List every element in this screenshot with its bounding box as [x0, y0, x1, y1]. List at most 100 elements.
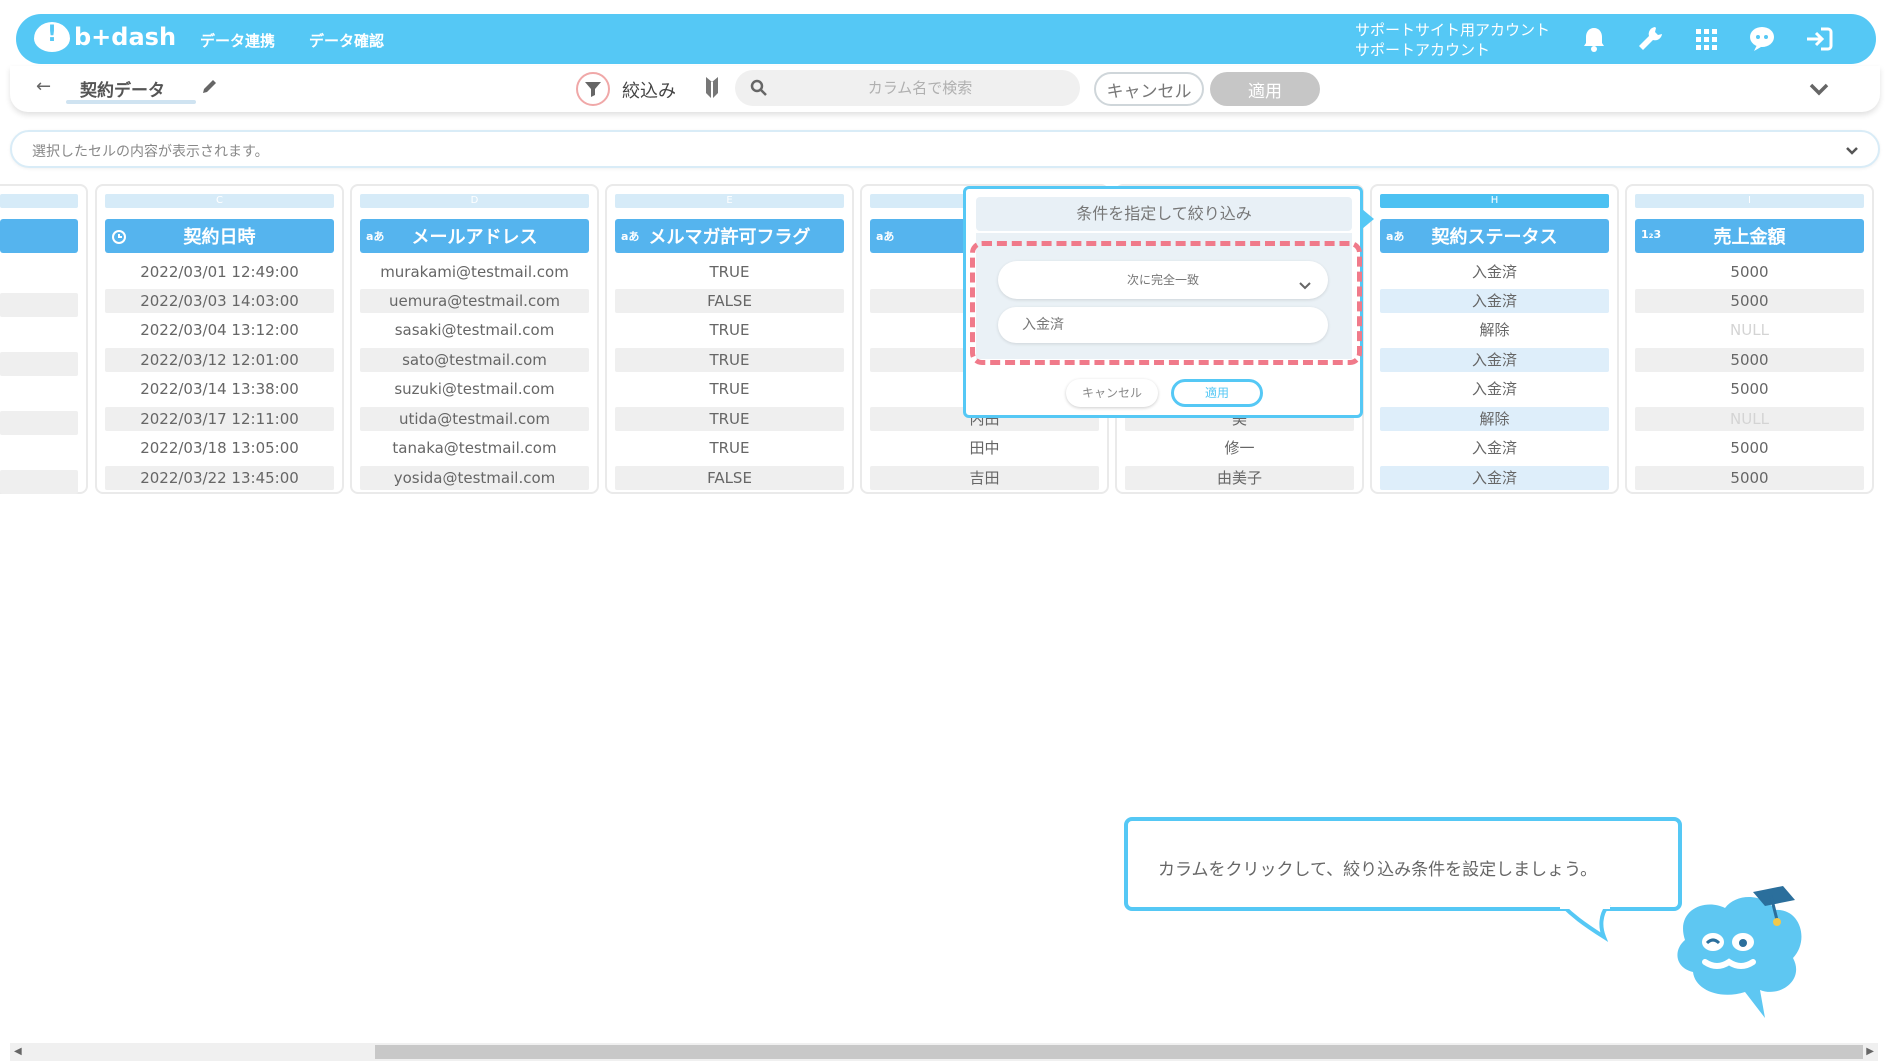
table-cell[interactable]: NULL — [1635, 318, 1864, 342]
table-cell[interactable]: 解除 — [1380, 318, 1609, 342]
table-cell[interactable] — [0, 293, 78, 317]
column-header[interactable]: aあ メールアドレス — [360, 219, 589, 253]
table-cell[interactable]: 5000 — [1635, 436, 1864, 460]
bell-icon[interactable] — [1577, 22, 1611, 56]
text-type-icon: aあ — [1386, 230, 1405, 243]
table-cell[interactable]: 5000 — [1635, 289, 1864, 313]
table-cell[interactable]: FALSE — [615, 289, 844, 313]
table-cell[interactable]: TRUE — [615, 436, 844, 460]
table-cell[interactable]: TRUE — [615, 348, 844, 372]
column-search[interactable] — [735, 70, 1080, 106]
speech-bubble-tail — [1560, 905, 1611, 943]
scroll-left-arrow-icon[interactable]: ◀ — [14, 1046, 22, 1057]
pencil-icon[interactable] — [200, 76, 220, 96]
table-cell[interactable]: 入金済 — [1380, 289, 1609, 313]
nav-data-check[interactable]: データ確認 — [309, 30, 384, 51]
table-cell[interactable]: yosida@testmail.com — [360, 466, 589, 490]
table-cell[interactable]: 2022/03/17 12:11:00 — [105, 407, 334, 431]
table-cell[interactable]: sasaki@testmail.com — [360, 318, 589, 342]
table-cell[interactable]: 2022/03/22 13:45:00 — [105, 466, 334, 490]
table-cell[interactable]: suzuki@testmail.com — [360, 377, 589, 401]
table-cell[interactable]: 2022/03/18 13:05:00 — [105, 436, 334, 460]
guide-speech-bubble: カラムをクリックして、絞り込み条件を設定しましょう。 — [1124, 817, 1682, 911]
column-header[interactable]: aあ メルマガ許可フラグ — [615, 219, 844, 253]
chevron-down-icon[interactable] — [1806, 76, 1832, 102]
table-cell[interactable]: sato@testmail.com — [360, 348, 589, 372]
column-letter: E — [615, 194, 844, 208]
column-header[interactable] — [0, 219, 78, 253]
table-cell[interactable]: 入金済 — [1380, 348, 1609, 372]
column-header-label: 契約ステータス — [1431, 227, 1558, 248]
table-cell[interactable]: 入金済 — [1380, 260, 1609, 284]
condition-select-value: 次に完全一致 — [1126, 273, 1199, 287]
account-info[interactable]: サポートサイト用アカウント サポートアカウント — [1355, 20, 1550, 60]
popup-cancel-button[interactable]: キャンセル — [1066, 379, 1158, 407]
column-header[interactable]: aあ 契約ステータス — [1380, 219, 1609, 253]
table-cell[interactable]: 5000 — [1635, 260, 1864, 284]
search-input[interactable] — [775, 76, 1065, 100]
column-newsletter-flag: E aあ メルマガ許可フラグ TRUE FALSE TRUE TRUE TRUE… — [605, 184, 854, 494]
table-cell[interactable]: 田中 — [870, 436, 1099, 460]
popup-apply-button[interactable]: 適用 — [1171, 379, 1263, 407]
horizontal-scrollbar[interactable]: ◀ ▶ — [10, 1043, 1878, 1061]
table-cell[interactable]: TRUE — [615, 318, 844, 342]
table-cell[interactable]: 修一 — [1125, 436, 1354, 460]
wrench-icon[interactable] — [1633, 22, 1667, 56]
table-cell[interactable] — [0, 352, 78, 376]
logo[interactable]: b+dash — [34, 22, 176, 52]
filter-value-input[interactable]: 入金済 — [998, 307, 1328, 343]
table-cell[interactable]: FALSE — [615, 466, 844, 490]
table-cell[interactable]: 5000 — [1635, 348, 1864, 372]
toolbar-apply-button[interactable]: 適用 — [1210, 72, 1320, 106]
account-line1: サポートサイト用アカウント — [1355, 21, 1551, 39]
column-header[interactable]: 契約日時 — [105, 219, 334, 253]
scroll-right-arrow-icon[interactable]: ▶ — [1866, 1046, 1874, 1057]
logo-mark-icon — [34, 22, 70, 52]
logo-text: b+dash — [74, 23, 177, 51]
filter-button[interactable] — [576, 72, 610, 106]
table-cell[interactable] — [0, 470, 78, 494]
table-cell[interactable]: 入金済 — [1380, 436, 1609, 460]
chevron-down-icon[interactable] — [1840, 138, 1864, 162]
table-cell[interactable]: 入金済 — [1380, 377, 1609, 401]
nav-data-integration[interactable]: データ連携 — [200, 30, 275, 51]
table-cell[interactable]: 2022/03/12 12:01:00 — [105, 348, 334, 372]
table-cell[interactable]: 2022/03/04 13:12:00 — [105, 318, 334, 342]
table-cell[interactable]: utida@testmail.com — [360, 407, 589, 431]
column-sales-amount: I 1₂3 売上金額 5000 5000 NULL 5000 5000 NULL… — [1625, 184, 1874, 494]
table-cell[interactable]: uemura@testmail.com — [360, 289, 589, 313]
scrollbar-thumb[interactable] — [375, 1045, 1863, 1059]
column-header-label: メルマガ許可フラグ — [648, 227, 811, 248]
table-cell[interactable]: 由美子 — [1125, 466, 1354, 490]
table-cell[interactable]: 5000 — [1635, 377, 1864, 401]
table-cell[interactable]: TRUE — [615, 377, 844, 401]
toolbar-cancel-button[interactable]: キャンセル — [1094, 72, 1204, 106]
table-cell[interactable]: tanaka@testmail.com — [360, 436, 589, 460]
table-cell[interactable]: 2022/03/01 12:49:00 — [105, 260, 334, 284]
highlight-dashed-frame — [970, 241, 1362, 365]
condition-select[interactable]: 次に完全一致 — [998, 261, 1328, 299]
back-arrow-icon[interactable]: ← — [36, 76, 51, 97]
column-letter: D — [360, 194, 589, 208]
eraser-icon[interactable] — [700, 74, 724, 102]
table-cell[interactable]: murakami@testmail.com — [360, 260, 589, 284]
table-cell[interactable]: TRUE — [615, 407, 844, 431]
table-cell[interactable]: 5000 — [1635, 466, 1864, 490]
column-header[interactable]: 1₂3 売上金額 — [1635, 219, 1864, 253]
table-cell[interactable]: 入金済 — [1380, 466, 1609, 490]
dataset-name[interactable]: 契約データ — [80, 76, 165, 101]
column-email: D aあ メールアドレス murakami@testmail.com uemur… — [350, 184, 599, 494]
cell-content-bar[interactable]: 選択したセルの内容が表示されます。 — [10, 130, 1880, 168]
chat-icon[interactable] — [1745, 22, 1779, 56]
table-cell[interactable]: TRUE — [615, 260, 844, 284]
table-cell[interactable] — [0, 411, 78, 435]
logout-icon[interactable] — [1802, 22, 1836, 56]
text-type-icon: aあ — [366, 230, 385, 243]
table-cell[interactable]: 吉田 — [870, 466, 1099, 490]
table-cell[interactable]: NULL — [1635, 407, 1864, 431]
grid-icon[interactable] — [1689, 22, 1723, 56]
column-header-label: 売上金額 — [1713, 227, 1786, 248]
table-cell[interactable]: 解除 — [1380, 407, 1609, 431]
table-cell[interactable]: 2022/03/03 14:03:00 — [105, 289, 334, 313]
table-cell[interactable]: 2022/03/14 13:38:00 — [105, 377, 334, 401]
